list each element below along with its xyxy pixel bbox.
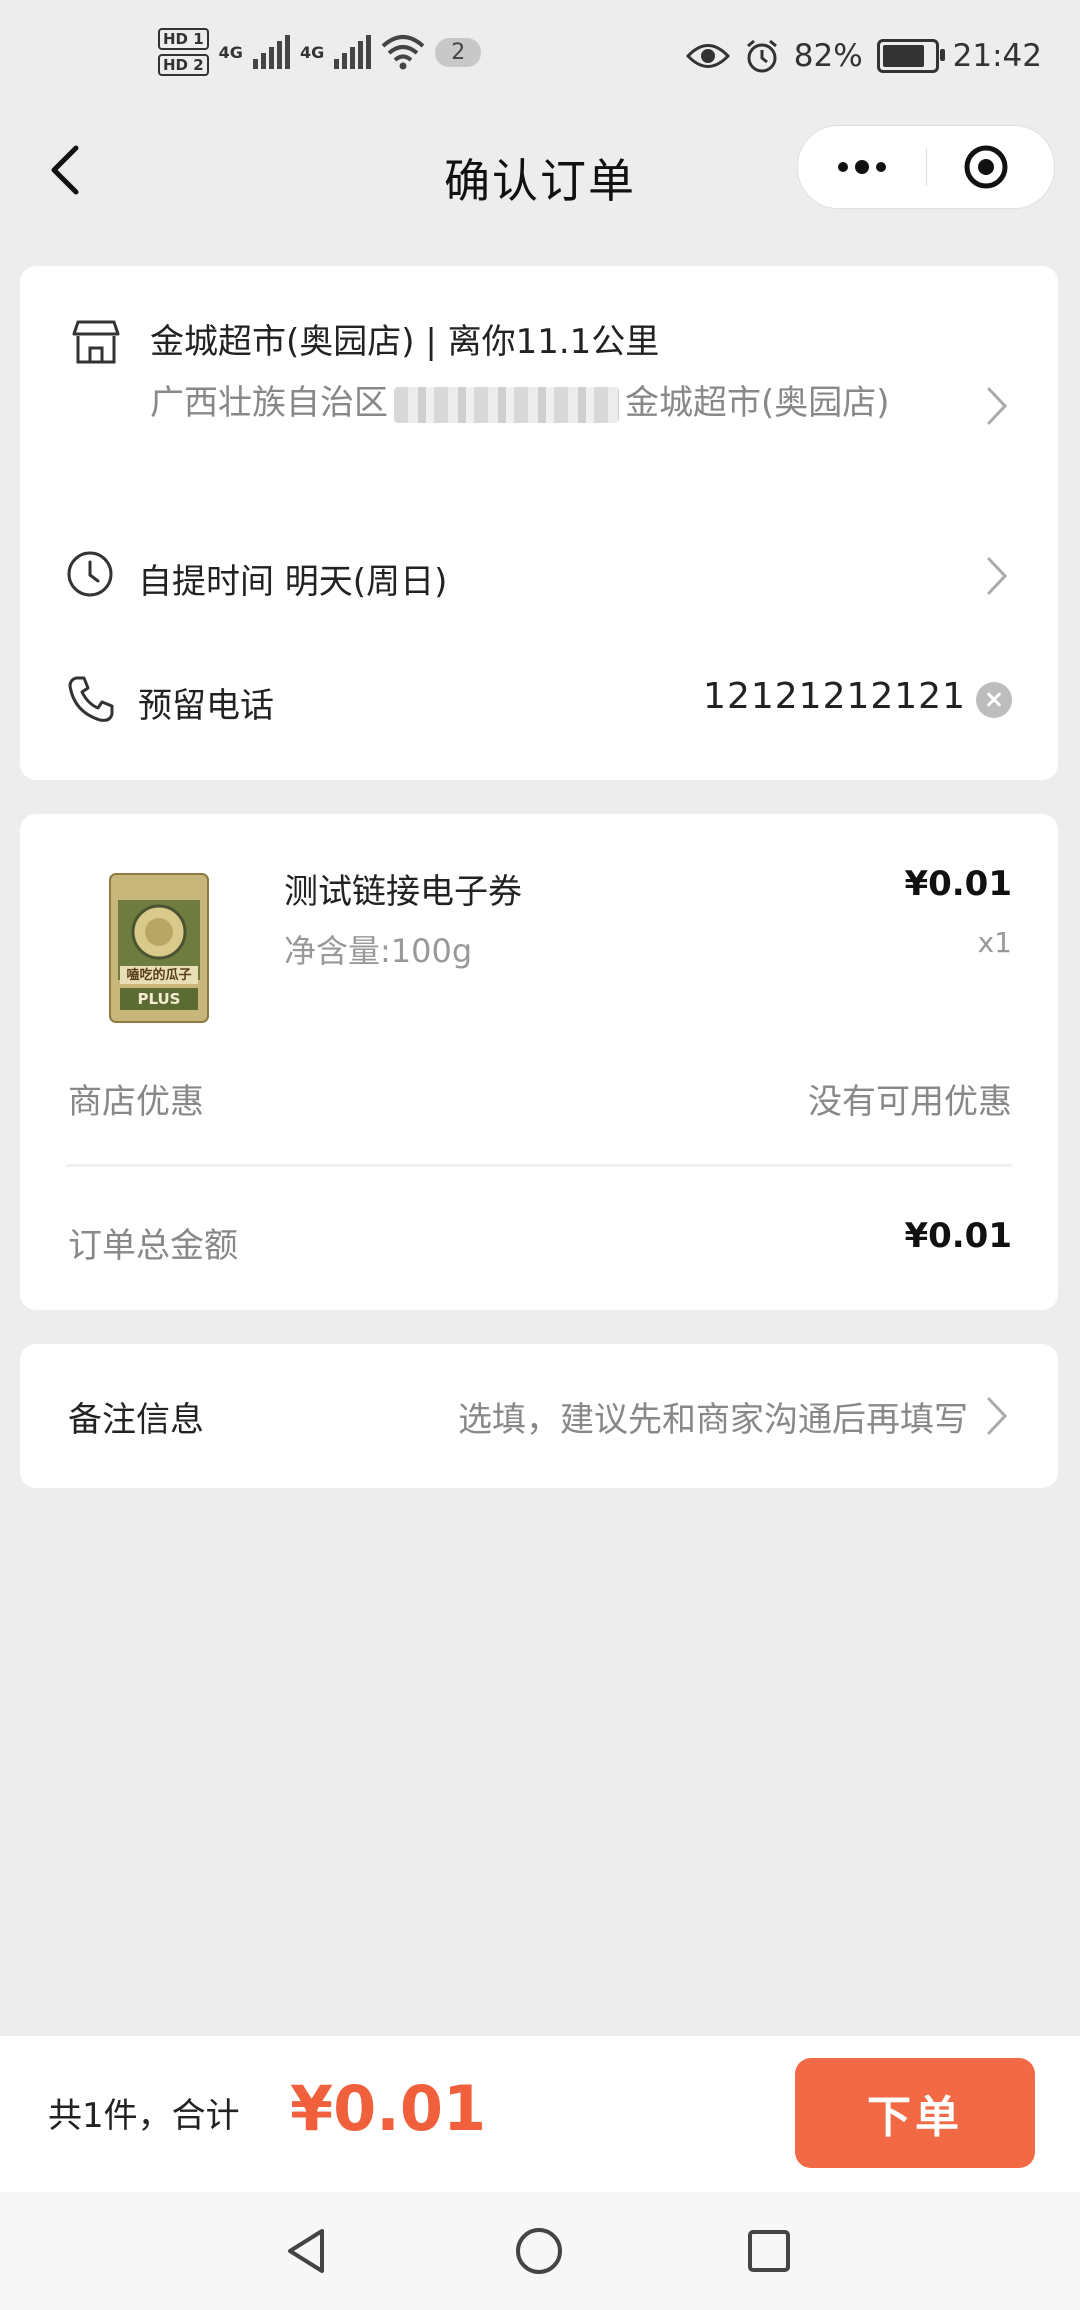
phone-input[interactable]: 12121212121 bbox=[703, 676, 966, 717]
status-left: HD 1 HD 2 4G 4G 2 bbox=[158, 28, 482, 76]
system-back-icon[interactable] bbox=[282, 2226, 330, 2276]
network2-label: 4G bbox=[299, 42, 325, 62]
pickup-time[interactable]: 自提时间 明天(周日) bbox=[138, 554, 447, 603]
more-dot-icon bbox=[855, 160, 869, 174]
alarm-icon bbox=[746, 39, 777, 73]
network1-label: 4G bbox=[218, 42, 243, 62]
note-label: 备注信息 bbox=[68, 1400, 204, 1440]
system-navigation-bar bbox=[0, 2192, 1080, 2310]
note-card[interactable]: 备注信息 选填，建议先和商家沟通后再填写 bbox=[20, 1344, 1058, 1488]
product-card: 嗑吃的瓜子 PLUS 测试链接电子券 净含量:100g ¥0.01 x1 商店优… bbox=[20, 814, 1058, 1310]
notification-count-badge: 2 bbox=[435, 37, 482, 67]
submit-order-button[interactable]: 下单 bbox=[795, 2058, 1035, 2168]
phone-label: 预留电话 bbox=[138, 686, 274, 726]
promo-label: 商店优惠 bbox=[68, 1082, 204, 1122]
capsule-divider bbox=[926, 148, 927, 186]
address-prefix: 广西壮族自治区 bbox=[150, 383, 388, 423]
wifi-icon bbox=[381, 35, 425, 70]
checkout-total: ¥0.01 bbox=[290, 2072, 487, 2145]
more-dot-icon bbox=[838, 162, 848, 172]
sim1-tag: HD 1 bbox=[158, 28, 209, 50]
more-menu-button[interactable] bbox=[798, 126, 926, 208]
product-spec: 净含量:100g bbox=[284, 932, 473, 970]
system-home-icon[interactable] bbox=[514, 2226, 564, 2276]
order-total-value: ¥0.01 bbox=[904, 1216, 1012, 1256]
store-name: 金城超市(奥园店) | 离你11.1公里 bbox=[150, 322, 660, 362]
chevron-right-icon[interactable] bbox=[986, 556, 1008, 596]
address-suffix: 金城超市(奥园店) bbox=[625, 383, 890, 423]
close-mini-program-icon[interactable] bbox=[963, 144, 1009, 190]
eye-icon bbox=[685, 44, 730, 68]
order-total-label: 订单总金额 bbox=[68, 1226, 238, 1266]
battery-percent: 82% bbox=[793, 38, 863, 74]
product-image: 嗑吃的瓜子 PLUS bbox=[109, 873, 209, 1023]
status-bar: HD 1 HD 2 4G 4G 2 82% 21:42 bbox=[0, 0, 1080, 120]
signal1-icon bbox=[252, 35, 290, 69]
clock-icon bbox=[67, 551, 113, 597]
chevron-right-icon[interactable] bbox=[986, 386, 1008, 426]
mini-program-capsule bbox=[797, 125, 1055, 209]
pickup-info-card: 金城超市(奥园店) | 离你11.1公里 广西壮族自治区 金城超市(奥园店) 自提… bbox=[20, 266, 1058, 780]
signal2-icon bbox=[334, 35, 372, 69]
address-redacted bbox=[394, 386, 619, 423]
clock-time: 21:42 bbox=[952, 38, 1042, 74]
sim-indicators: HD 1 HD 2 bbox=[158, 28, 209, 76]
note-input[interactable]: 选填，建议先和商家沟通后再填写 bbox=[458, 1392, 968, 1441]
promo-value[interactable]: 没有可用优惠 bbox=[808, 1074, 1012, 1123]
product-image-text-top: 嗑吃的瓜子 bbox=[126, 967, 191, 983]
status-right: 82% 21:42 bbox=[685, 38, 1042, 74]
battery-icon bbox=[876, 39, 945, 73]
product-price: ¥0.01 bbox=[904, 864, 1012, 904]
divider bbox=[66, 1164, 1012, 1167]
order-summary: 共1件，合计 bbox=[48, 2096, 240, 2136]
product-name: 测试链接电子券 bbox=[284, 872, 522, 912]
clear-phone-icon[interactable] bbox=[976, 682, 1012, 718]
battery-level-fill bbox=[882, 45, 924, 67]
chevron-right-icon[interactable] bbox=[986, 1396, 1008, 1436]
sim2-tag: HD 2 bbox=[158, 54, 209, 76]
store-icon bbox=[72, 320, 120, 364]
more-dot-icon bbox=[876, 162, 886, 172]
checkout-bar: 共1件，合计 ¥0.01 下单 bbox=[0, 2036, 1080, 2192]
phone-icon bbox=[68, 676, 114, 722]
nav-bar: 确认订单 bbox=[0, 120, 1080, 230]
system-recents-icon[interactable] bbox=[746, 2228, 792, 2274]
product-quantity: x1 bbox=[977, 926, 1012, 959]
product-image-text-bottom: PLUS bbox=[137, 990, 180, 1008]
store-address[interactable]: 广西壮族自治区 金城超市(奥园店) bbox=[150, 376, 930, 430]
